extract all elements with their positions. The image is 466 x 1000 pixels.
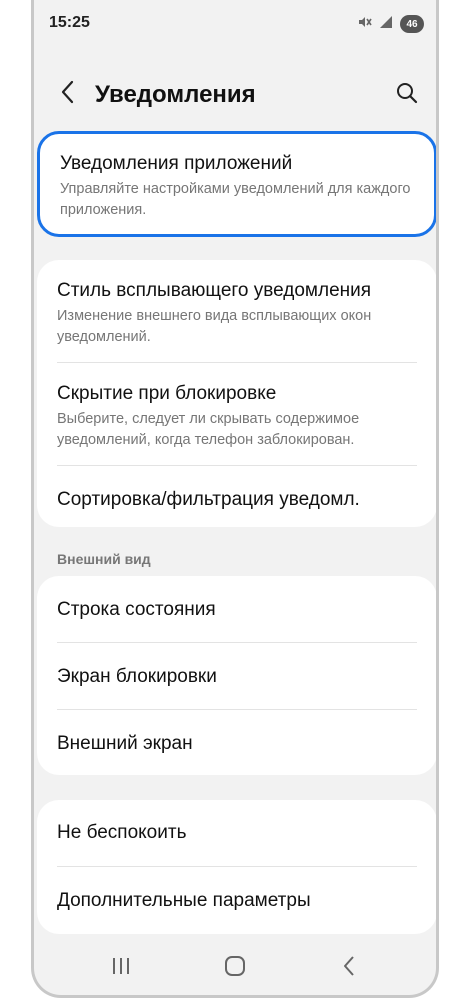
navigation-bar: [34, 941, 436, 995]
item-title: Экран блокировки: [57, 666, 217, 687]
item-title: Сортировка/фильтрация уведомл.: [57, 489, 360, 510]
recent-apps-icon: [110, 956, 132, 981]
status-bar: 15:25 46: [34, 0, 436, 48]
item-title: Внешний экран: [57, 733, 193, 754]
home-icon: [224, 955, 246, 982]
battery-icon: 46: [400, 15, 424, 33]
appearance-card: Строка состояния Экран блокировки Внешни…: [37, 576, 436, 776]
signal-icon: [378, 14, 394, 35]
back-button[interactable]: [54, 80, 82, 108]
item-title: Уведомления приложений: [60, 153, 293, 174]
menu-item-sort-filter[interactable]: Сортировка/фильтрация уведомл.: [37, 466, 436, 526]
chevron-left-icon: [60, 80, 76, 109]
status-icons: 46: [356, 13, 424, 35]
notification-settings-card: Стиль всплывающего уведомления Изменение…: [37, 260, 436, 527]
menu-item-hide-on-lock[interactable]: Скрытие при блокировке Выберите, следует…: [37, 363, 436, 465]
page-title: Уведомления: [95, 81, 256, 108]
nav-back-button[interactable]: [329, 948, 369, 988]
menu-item-cover-screen[interactable]: Внешний экран: [37, 710, 436, 776]
menu-item-do-not-disturb[interactable]: Не беспокоить: [37, 800, 436, 866]
item-title: Не беспокоить: [57, 822, 187, 843]
mute-icon: [356, 14, 372, 35]
search-icon: [396, 82, 418, 109]
search-button[interactable]: [392, 80, 422, 110]
menu-item-lock-screen[interactable]: Экран блокировки: [37, 643, 436, 709]
back-icon: [341, 955, 357, 982]
app-header: Уведомления: [34, 72, 436, 116]
home-button[interactable]: [215, 948, 255, 988]
menu-item-advanced-settings[interactable]: Дополнительные параметры: [37, 867, 436, 933]
menu-item-status-bar[interactable]: Строка состояния: [37, 576, 436, 642]
menu-item-popup-style[interactable]: Стиль всплывающего уведомления Изменение…: [37, 260, 436, 362]
item-title: Дополнительные параметры: [57, 890, 311, 911]
phone-screen: 15:25 46 Уведомления Уведомления приложе…: [31, 0, 439, 998]
status-time: 15:25: [49, 14, 90, 31]
item-title: Строка состояния: [57, 599, 216, 620]
item-title: Скрытие при блокировке: [57, 383, 277, 404]
app-notifications-card: Уведомления приложений Управляйте настро…: [37, 131, 436, 237]
item-subtitle: Изменение внешнего вида всплывающих окон…: [57, 308, 372, 345]
menu-item-app-notifications[interactable]: Уведомления приложений Управляйте настро…: [40, 134, 434, 221]
item-subtitle: Выберите, следует ли скрывать содержимое…: [57, 411, 360, 448]
extra-settings-card: Не беспокоить Дополнительные параметры: [37, 800, 436, 934]
item-title: Стиль всплывающего уведомления: [57, 280, 372, 301]
recent-apps-button[interactable]: [101, 948, 141, 988]
section-label-appearance: Внешний вид: [57, 551, 151, 567]
item-subtitle: Управляйте настройками уведомлений для к…: [60, 181, 411, 218]
